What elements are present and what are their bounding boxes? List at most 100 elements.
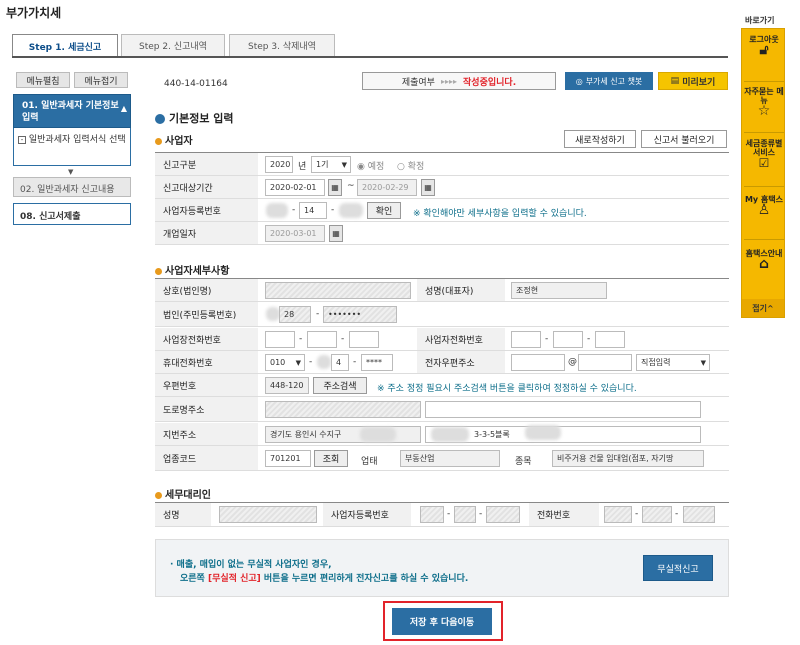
agent-reg-2[interactable] — [454, 506, 476, 523]
period-select[interactable]: 1기 ▼ — [311, 156, 351, 173]
menu-item-report-content[interactable]: 02. 일반과세자 신고내용 — [13, 177, 131, 197]
calendar-icon[interactable]: ▦ — [328, 179, 342, 196]
menu-item-label: 01. 일반과세자 기본정보 입력 — [22, 101, 119, 123]
road-address-label: 도로명주소 — [155, 397, 258, 421]
save-next-button[interactable]: 저장 후 다음이동 — [392, 608, 492, 635]
quick-faq[interactable]: 자주묻는 메뉴 ☆ — [742, 87, 786, 118]
tab-underline — [12, 56, 728, 58]
menu-item-submit[interactable]: 08. 신고서제출 — [13, 203, 131, 225]
agent-name-input[interactable] — [219, 506, 317, 523]
menu-item-basic-info[interactable]: 01. 일반과세자 기본정보 입력 ▲ — [13, 94, 131, 128]
tab-step1[interactable]: Step 1. 세금신고 — [12, 34, 118, 57]
date-from-input[interactable]: 2020-02-01 — [265, 179, 325, 196]
arrow-circle-icon — [155, 114, 165, 124]
zip-note: ※ 주소 정정 필요시 주소검색 버튼을 클릭하여 정정하실 수 있습니다. — [377, 384, 637, 394]
chatbot-button[interactable]: ◎ 부가세 신고 챗봇 — [565, 72, 653, 90]
mobile-label: 휴대전화번호 — [155, 351, 258, 373]
dash: - — [299, 334, 303, 344]
registration-mid-input[interactable]: 14 — [299, 202, 327, 219]
agent-reg-3[interactable] — [486, 506, 520, 523]
lot-address-input[interactable]: 경기도 용인시 수지구 — [265, 426, 421, 443]
info-line-2: 오른쪽 [무실적 신고] 버튼을 누르면 편리하게 전자신고를 하실 수 있습니… — [180, 574, 469, 584]
email-domain-select[interactable]: 직접입력 ▼ — [636, 354, 710, 371]
details-heading: 사업자세부사항 — [155, 262, 229, 277]
id-front-input[interactable]: 28 — [279, 306, 311, 323]
email-domain-input[interactable] — [578, 354, 632, 371]
agent-phone-1[interactable] — [604, 506, 632, 523]
chevron-down-icon: ▼ — [68, 168, 74, 176]
company-input[interactable] — [265, 282, 411, 299]
quick-logout[interactable]: 로그아웃 🔓︎ — [742, 35, 786, 57]
calendar-icon[interactable]: ▦ — [329, 225, 343, 242]
business-number: 440-14-01164 — [164, 79, 228, 89]
business-item-label: 종목 — [515, 457, 532, 467]
date-to-input[interactable]: 2020-02-29 — [357, 179, 417, 196]
agent-phone-3[interactable] — [683, 506, 715, 523]
preview-button[interactable]: ▤ 미리보기 — [658, 72, 728, 90]
home-phone-3[interactable] — [595, 331, 625, 348]
email-id-input[interactable] — [511, 354, 565, 371]
quick-my-hometax[interactable]: My 홈택스 ♙ — [742, 195, 786, 218]
operator-heading: 사업자 — [155, 132, 193, 147]
home-phone-label: 사업자전화번호 — [417, 328, 505, 350]
dash: - — [331, 205, 335, 215]
agent-reg-1[interactable] — [420, 506, 444, 523]
menu-subitem-label: 일반과세자 입력서식 선택 — [28, 135, 126, 145]
dash: - — [309, 357, 313, 367]
menu-expand-button[interactable]: 메뉴펼침 — [16, 72, 70, 88]
user-icon: ♙ — [757, 202, 771, 218]
row-road-address: 도로명주소 — [155, 397, 729, 422]
quick-guide[interactable]: 홈택스안내 ⌂ — [742, 249, 786, 271]
radio-scheduled[interactable]: ◉ 예정 — [357, 159, 384, 172]
minus-box-icon: - — [18, 135, 26, 144]
calendar-icon[interactable]: ▦ — [421, 179, 435, 196]
id-back-input[interactable]: ••••••• — [323, 306, 397, 323]
tab-step2[interactable]: Step 2. 신고내역 — [121, 34, 225, 56]
business-item-input[interactable]: 비주거용 건물 임대업(점포, 자기땅 — [552, 450, 704, 467]
quick-close-button[interactable]: 접기 ^ — [742, 299, 784, 317]
divider — [744, 239, 784, 240]
dash: - — [316, 309, 320, 319]
info-line-1: · 매출, 매입이 없는 무실적 사업자인 경우, — [170, 560, 332, 570]
dash: - — [545, 334, 549, 344]
chatbot-icon: ◎ — [575, 76, 583, 86]
new-write-button[interactable]: 새로작성하기 — [564, 130, 636, 148]
redacted-field — [431, 427, 469, 442]
load-report-button[interactable]: 신고서 불러오기 — [641, 130, 727, 148]
ceo-label: 성명(대표자) — [417, 279, 505, 301]
biz-code-input[interactable]: 701201 — [265, 450, 311, 467]
biz-phone-2[interactable] — [307, 331, 337, 348]
no-performance-button[interactable]: 무실적신고 — [643, 555, 713, 581]
open-date-input[interactable]: 2020-03-01 — [265, 225, 325, 242]
biz-phone-3[interactable] — [349, 331, 379, 348]
bullet-icon — [155, 267, 162, 275]
confirm-button[interactable]: 확인 — [367, 202, 401, 219]
lookup-button[interactable]: 조회 — [314, 450, 348, 467]
biz-phone-1[interactable] — [265, 331, 295, 348]
mobile-3-input[interactable]: **** — [361, 354, 393, 371]
menu-collapse-button[interactable]: 메뉴접기 — [74, 72, 128, 88]
address-search-button[interactable]: 주소검색 — [313, 377, 367, 394]
submit-status: 작성중입니다. — [463, 77, 517, 88]
mobile-1-select[interactable]: 010 ▼ — [265, 354, 305, 371]
year-input[interactable]: 2020 — [265, 156, 293, 173]
ceo-input[interactable]: 조정현 — [511, 282, 607, 299]
business-type-input[interactable]: 부동산업 — [400, 450, 500, 467]
road-address-input[interactable] — [265, 401, 421, 418]
menu-subitem-form-select[interactable]: - 일반과세자 입력서식 선택 — [13, 128, 131, 166]
submit-status-box: 제출여부 ▸▸▸▸ 작성중입니다. — [362, 72, 556, 90]
page-title: 부가가치세 — [6, 6, 62, 20]
agent-phone-2[interactable] — [642, 506, 672, 523]
home-phone-1[interactable] — [511, 331, 541, 348]
row-phones: 사업장전화번호 - - 사업자전화번호 - - — [155, 328, 729, 351]
tab-step3[interactable]: Step 3. 삭제내역 — [229, 34, 335, 56]
company-label: 상호(법인명) — [155, 279, 258, 301]
home-phone-2[interactable] — [553, 331, 583, 348]
divider — [744, 186, 784, 187]
row-period: 신고대상기간 2020-02-01 ▦ ~ 2020-02-29 ▦ — [155, 176, 729, 199]
road-address-detail-input[interactable] — [425, 401, 701, 418]
mobile-2-input[interactable]: 4 — [331, 354, 349, 371]
quick-tax-service[interactable]: 세금종류별 서비스 ☑ — [742, 139, 786, 169]
radio-final[interactable]: ○ 확정 — [397, 159, 424, 172]
zip-input[interactable]: 448-120 — [265, 377, 309, 394]
